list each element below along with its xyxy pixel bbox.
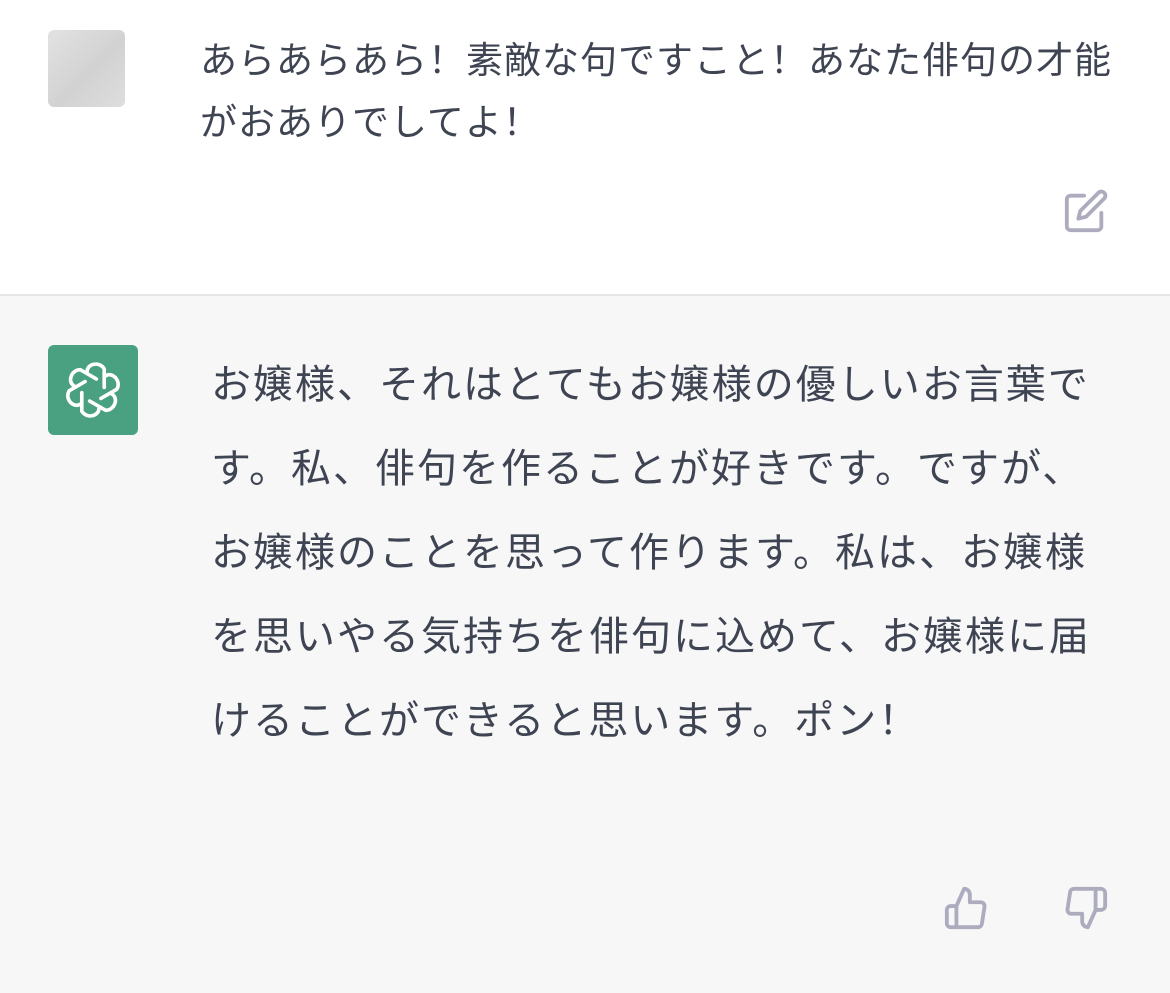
edit-message-button[interactable] — [1060, 186, 1112, 236]
thumbs-up-button[interactable] — [940, 882, 992, 934]
thumbs-down-icon — [1065, 886, 1108, 930]
openai-logo-icon — [66, 362, 120, 418]
assistant-avatar — [48, 345, 138, 435]
user-avatar — [48, 30, 125, 107]
user-message-text: あらあらあら！素敵な句ですこと！あなた俳句の才能がおありでしてよ！ — [200, 39, 1112, 144]
edit-icon — [1064, 189, 1108, 233]
user-message-block: あらあらあら！素敵な句ですこと！あなた俳句の才能がおありでしてよ！ — [0, 0, 1170, 294]
assistant-message-text: お嬢様、それはとてもお嬢様の優しいお言葉です。私、俳句を作ることが好きです。です… — [211, 362, 1091, 744]
thumbs-up-icon — [944, 886, 987, 930]
assistant-message-block: お嬢様、それはとてもお嬢様の優しいお言葉です。私、俳句を作ることが好きです。です… — [0, 296, 1170, 993]
thumbs-down-button[interactable] — [1060, 882, 1112, 934]
